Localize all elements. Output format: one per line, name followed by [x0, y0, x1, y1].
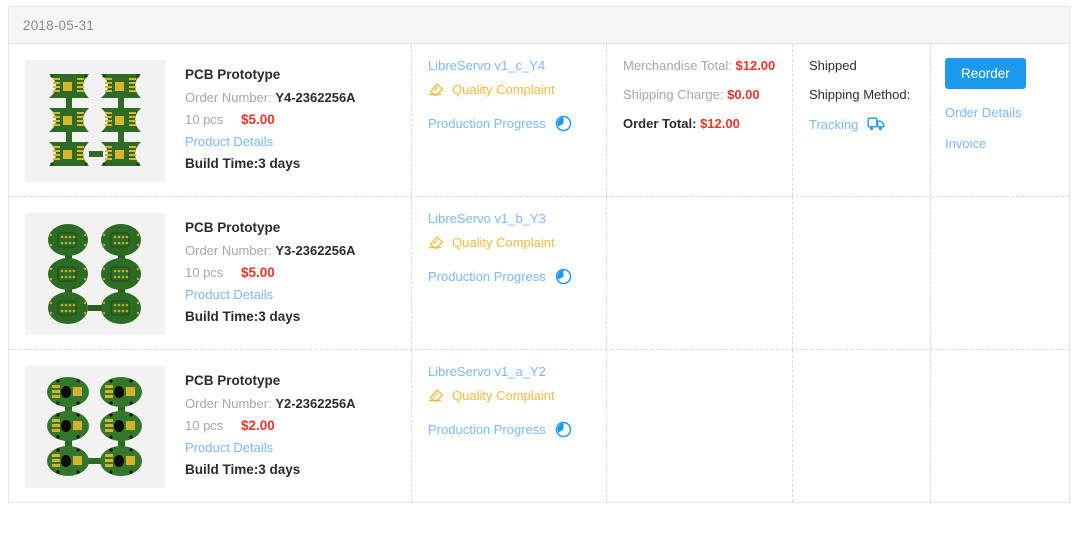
tracking-label: Tracking [809, 116, 859, 132]
build-time: Build Time:3 days [185, 309, 301, 324]
merchandise-total-line: Merchandise Total: $12.00 [623, 58, 780, 73]
product-name: PCB Prototype [185, 220, 281, 235]
shipping-cell-empty [792, 350, 930, 502]
production-progress-label: Production Progress [428, 116, 546, 131]
order-number-label: Order Number: [185, 395, 272, 411]
unit-price-value: $5.00 [240, 111, 275, 127]
order-details-link[interactable]: Order Details [945, 105, 1057, 120]
product-name: PCB Prototype [185, 67, 281, 82]
quantity-value: 10 pcs [185, 264, 224, 280]
production-progress-link[interactable]: Production Progress [428, 115, 594, 132]
shipping-cell-empty [792, 197, 930, 349]
production-progress-label: Production Progress [428, 269, 546, 284]
megaphone-icon [428, 234, 445, 251]
order-number-value: Y4-2362256A [275, 89, 356, 105]
quantity-value: 10 pcs [185, 417, 224, 433]
order-number-line: Order Number: Y4-2362256A [185, 91, 356, 104]
shipping-method-line: Shipping Method: [809, 87, 918, 102]
project-cell: LibreServo v1_a_Y2 Quality Complaint Pro… [411, 350, 606, 502]
shipping-cell: Shipped Shipping Method: Tracking [792, 44, 930, 196]
quality-complaint-link[interactable]: Quality Complaint [428, 387, 594, 404]
shipping-charge-value: $0.00 [727, 87, 760, 102]
quality-complaint-link[interactable]: Quality Complaint [428, 234, 594, 251]
order-card: 2018-05-31 PCB Prototype Order Number: Y… [8, 6, 1070, 503]
product-cell: PCB Prototype Order Number: Y3-2362256A … [9, 197, 411, 349]
project-cell: LibreServo v1_b_Y3 Quality Complaint Pro… [411, 197, 606, 349]
project-name-link[interactable]: LibreServo v1_c_Y4 [428, 58, 594, 73]
totals-cell-empty [606, 197, 792, 349]
product-name: PCB Prototype [185, 373, 281, 388]
production-progress-label: Production Progress [428, 422, 546, 437]
shipping-charge-line: Shipping Charge: $0.00 [623, 87, 780, 102]
reorder-button[interactable]: Reorder [945, 58, 1026, 89]
project-name-link[interactable]: LibreServo v1_a_Y2 [428, 364, 594, 379]
project-cell: LibreServo v1_c_Y4 Quality Complaint Pro… [411, 44, 606, 196]
order-number-label: Order Number: [185, 242, 272, 258]
shipping-status: Shipped [809, 58, 857, 73]
megaphone-icon [428, 81, 445, 98]
progress-clock-icon [555, 421, 572, 438]
progress-clock-icon [555, 268, 572, 285]
quality-complaint-label: Quality Complaint [452, 82, 555, 97]
product-info: PCB Prototype Order Number: Y3-2362256A … [185, 211, 356, 335]
shipping-method-label: Shipping Method: [809, 87, 911, 102]
order-card-header: 2018-05-31 [9, 7, 1069, 44]
order-row: PCB Prototype Order Number: Y2-2362256A … [9, 350, 1069, 502]
totals-cell-empty [606, 350, 792, 502]
quantity-price-line: 10 pcs $5.00 [185, 264, 356, 280]
actions-cell-empty [930, 350, 1069, 502]
pcb-thumbnail[interactable] [25, 366, 165, 488]
build-time: Build Time:3 days [185, 462, 301, 477]
unit-price-value: $2.00 [240, 417, 275, 433]
quality-complaint-label: Quality Complaint [452, 235, 555, 250]
product-details-link[interactable]: Product Details [185, 135, 356, 148]
order-total-line: Order Total: $12.00 [623, 116, 780, 131]
quantity-price-line: 10 pcs $2.00 [185, 417, 356, 433]
build-time: Build Time:3 days [185, 156, 301, 171]
order-date: 2018-05-31 [23, 17, 95, 33]
quality-complaint-link[interactable]: Quality Complaint [428, 81, 594, 98]
project-name-link[interactable]: LibreServo v1_b_Y3 [428, 211, 594, 226]
order-number-value: Y2-2362256A [275, 395, 356, 411]
pcb-thumbnail[interactable] [25, 60, 165, 182]
order-number-value: Y3-2362256A [275, 242, 356, 258]
quantity-value: 10 pcs [185, 111, 224, 127]
quantity-price-line: 10 pcs $5.00 [185, 111, 356, 127]
order-row: PCB Prototype Order Number: Y3-2362256A … [9, 197, 1069, 350]
quality-complaint-label: Quality Complaint [452, 388, 555, 403]
tracking-link[interactable]: Tracking [809, 116, 918, 132]
order-number-label: Order Number: [185, 89, 272, 105]
production-progress-link[interactable]: Production Progress [428, 421, 594, 438]
product-details-link[interactable]: Product Details [185, 288, 356, 301]
progress-clock-icon [555, 115, 572, 132]
merchandise-total-label: Merchandise Total: [623, 58, 732, 73]
totals-cell: Merchandise Total: $12.00 Shipping Charg… [606, 44, 792, 196]
product-info: PCB Prototype Order Number: Y2-2362256A … [185, 364, 356, 488]
merchandise-total-value: $12.00 [735, 58, 776, 73]
product-details-link[interactable]: Product Details [185, 441, 356, 454]
actions-cell: Reorder Order Details Invoice [930, 44, 1069, 196]
shipping-charge-label: Shipping Charge: [623, 87, 724, 102]
product-cell: PCB Prototype Order Number: Y2-2362256A … [9, 350, 411, 502]
order-total-label: Order Total: [623, 116, 697, 131]
unit-price-value: $5.00 [240, 264, 275, 280]
order-number-line: Order Number: Y2-2362256A [185, 397, 356, 410]
production-progress-link[interactable]: Production Progress [428, 268, 594, 285]
pcb-thumbnail[interactable] [25, 213, 165, 335]
order-number-line: Order Number: Y3-2362256A [185, 244, 356, 257]
actions-cell-empty [930, 197, 1069, 349]
product-info: PCB Prototype Order Number: Y4-2362256A … [185, 58, 356, 182]
megaphone-icon [428, 387, 445, 404]
product-cell: PCB Prototype Order Number: Y4-2362256A … [9, 44, 411, 196]
order-row: PCB Prototype Order Number: Y4-2362256A … [9, 44, 1069, 197]
order-total-value: $12.00 [700, 116, 740, 131]
invoice-link[interactable]: Invoice [945, 136, 1057, 151]
delivery-truck-icon [867, 116, 886, 132]
